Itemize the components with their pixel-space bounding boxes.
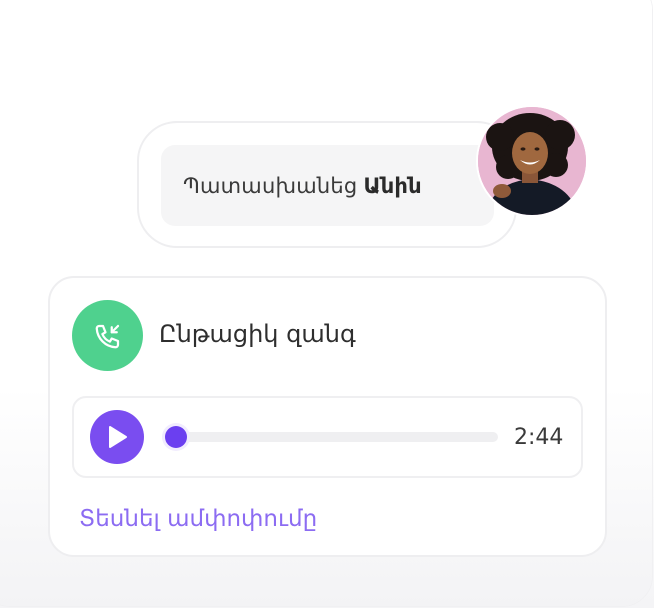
audio-progress-track[interactable]	[166, 432, 498, 442]
incoming-call-icon	[72, 300, 143, 371]
play-icon	[109, 426, 127, 448]
avatar-photo	[478, 107, 586, 215]
avatar	[476, 105, 588, 217]
audio-duration: 2:44	[514, 425, 564, 450]
answered-by-label: Պատասխանեց Անին	[161, 145, 494, 226]
answered-name: Անին	[363, 173, 422, 198]
play-button[interactable]	[90, 410, 144, 464]
answered-prefix: Պատասխանեց	[183, 173, 358, 198]
call-title: Ընթացիկ զանգ	[159, 320, 356, 348]
view-transcript-link[interactable]: Տեսնել ամփոփումը	[79, 506, 317, 532]
audio-progress-handle[interactable]	[165, 426, 187, 448]
